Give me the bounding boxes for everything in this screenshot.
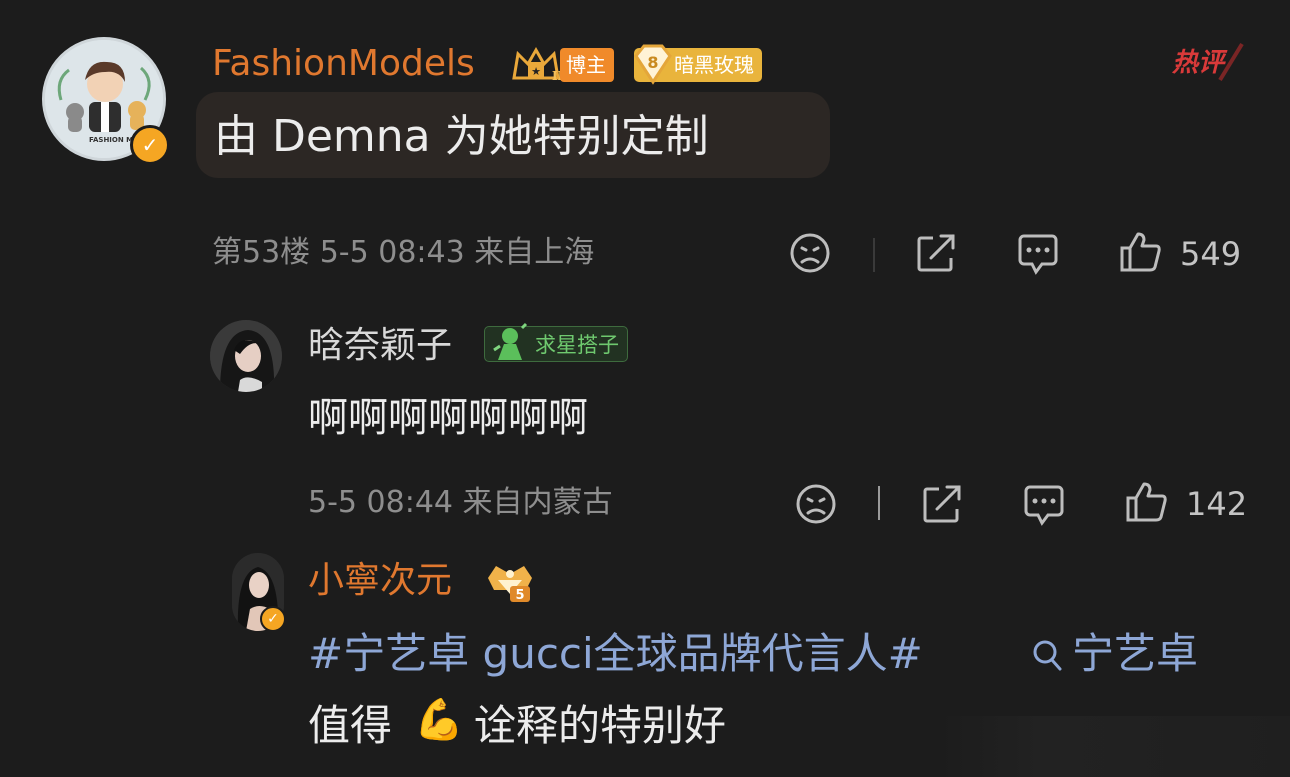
dislike-icon[interactable] [789,232,831,274]
hot-icon: 热评 [1170,40,1246,84]
username-fashionmodels[interactable]: FashionModels [212,46,475,82]
like-count: 549 [1180,235,1242,273]
dislike-icon[interactable] [795,483,837,525]
reply-meta: 5-5 08:44 来自内蒙古 [308,485,613,520]
search-icon [1030,636,1064,674]
crown-rank-icon: 5 [482,560,538,604]
svg-text:8: 8 [647,53,658,72]
svg-text:★: ★ [531,65,541,78]
badge-blogger: 博主 [560,48,614,82]
main-comment-meta: 第53楼 5-5 08:43 来自上海 [212,235,595,270]
flexed-biceps-icon: 💪 [414,697,464,743]
like-icon[interactable] [1118,230,1162,274]
username-xiaoningciyuan[interactable]: 小寧次元 [308,563,452,599]
watermark-blur [936,716,1290,777]
svg-text:5: 5 [515,588,524,603]
reply-text: 啊啊啊啊啊啊啊 [308,395,588,441]
comment-icon[interactable] [1022,483,1066,527]
comment-icon[interactable] [1016,232,1060,276]
username-hannaiyingzi[interactable]: 晗奈颖子 [308,328,452,364]
share-icon[interactable] [921,483,965,525]
like-count: 142 [1186,485,1248,523]
hashtag-link[interactable]: #宁艺卓 gucci全球品牌代言人# [308,633,923,675]
badge-rose-label: 暗黑玫瑰 [674,53,754,77]
star-figure-icon [486,322,530,364]
action-divider [873,238,875,272]
action-divider [878,486,880,520]
verified-icon: ✓ [130,125,170,165]
tag-label: 求星搭子 [535,333,619,357]
crown-icon: ★ II [510,44,564,84]
main-comment-text: 由 Demna 为她特别定制 [214,111,709,162]
diamond-icon: 8 [632,42,674,86]
verified-icon: ✓ [260,606,286,632]
reply-text-after: 诠释的特别好 [474,701,727,750]
avatar-hannaiyingzi[interactable] [210,320,282,392]
search-link[interactable]: 宁艺卓 [1072,633,1198,675]
reply-text-before: 值得 [308,701,393,750]
share-icon[interactable] [915,232,959,274]
like-icon[interactable] [1124,480,1168,524]
hot-label: 热评 [1172,48,1225,78]
